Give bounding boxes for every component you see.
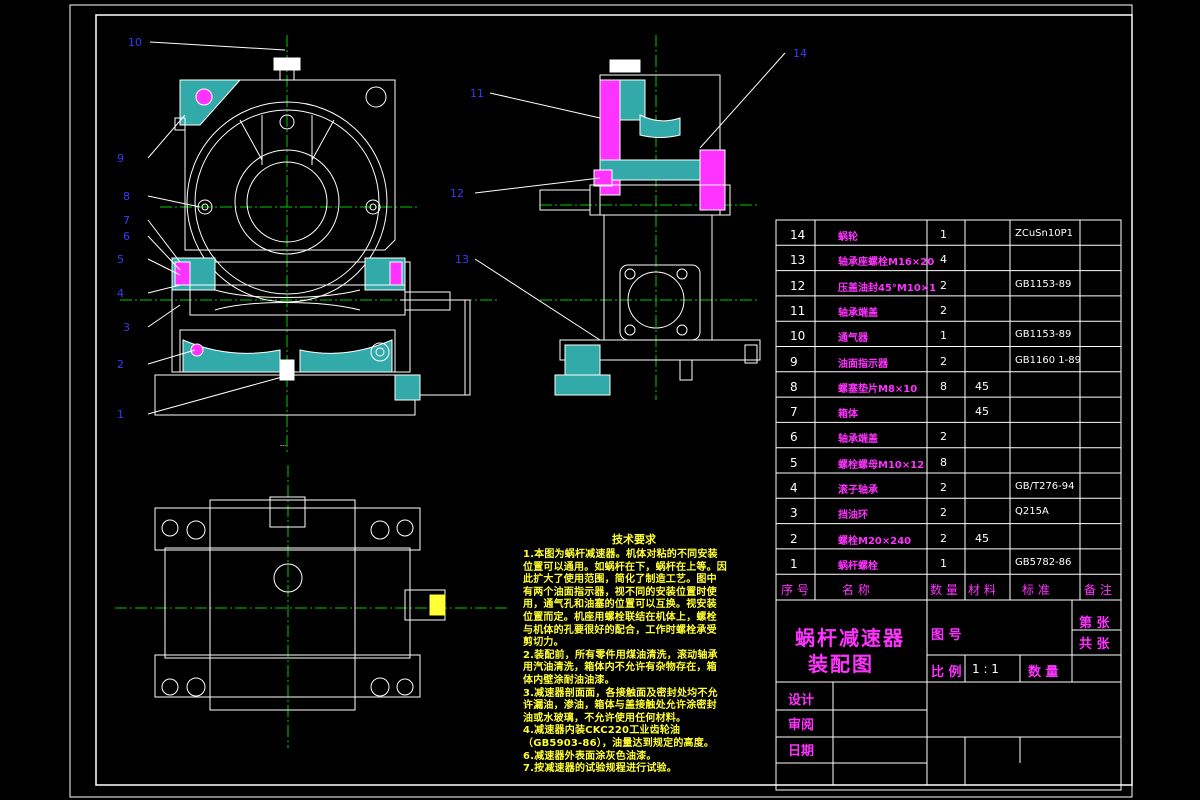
bom-row-lines: [776, 244, 1121, 601]
date-label: 日期: [788, 744, 815, 759]
bom-cell-qty: 4: [940, 253, 947, 267]
bom-header-name: 名 称: [842, 583, 870, 597]
bom-cell-standard: GB1160 1-89: [1015, 354, 1081, 366]
top-view: [115, 465, 510, 748]
bom-cell-name: 挡油环: [838, 510, 868, 522]
bom-cell-qty: 2: [940, 481, 947, 494]
bom-cell-name: 螺塞垫片M8×10: [838, 383, 918, 395]
bom-cell-no: 5: [790, 455, 798, 470]
side-view: [539, 35, 761, 400]
callout-14: 14: [793, 47, 807, 60]
bom-cell-name: 轴承端盖: [838, 434, 878, 446]
callout-4: 4: [117, 287, 124, 300]
bom-cell-qty: 1: [940, 329, 947, 343]
callout-10: 10: [128, 36, 142, 49]
review-label: 审阅: [788, 718, 815, 733]
bom-cell-qty: 2: [940, 506, 947, 520]
bom-cell-name: 滚子轴承: [838, 485, 878, 496]
scale-label: 比 例: [931, 665, 962, 680]
bom-cell-no: 6: [790, 430, 798, 445]
bom-header-standard: 标 准: [1022, 583, 1050, 597]
front-view: [120, 35, 500, 455]
bom-cell-no: 14: [790, 228, 806, 242]
bom-cell-no: 13: [790, 253, 806, 268]
bom-cell-standard: Q215A: [1015, 506, 1049, 518]
callout-12: 12: [450, 187, 464, 200]
callout-7: 7: [123, 214, 130, 227]
bom-cell-name: 螺栓M20×240: [838, 535, 912, 547]
bom-cell-qty: 2: [940, 354, 947, 368]
bom-cell-no: 12: [790, 278, 806, 293]
drawing-title: 蜗杆减速器: [795, 626, 905, 650]
bom-cell-name: 压盖油封45°M10×1: [838, 282, 937, 294]
bom-cell-qty: 8: [940, 455, 947, 469]
callout-8: 8: [123, 190, 130, 203]
callout-1: 1: [117, 408, 124, 421]
bom-cell-no: 8: [790, 379, 798, 394]
bom-cell-qty: 2: [940, 531, 947, 545]
bom-cell-no: 10: [790, 329, 806, 344]
bom-cell-name: 通气器: [838, 333, 868, 345]
drawing-subtitle: 装配图: [808, 652, 874, 676]
bom-header-material: 材 料: [968, 583, 996, 597]
scale-value: 1 : 1: [972, 662, 999, 676]
callout-11: 11: [470, 87, 484, 100]
bom-cell-name: 油面指示器: [838, 358, 888, 370]
bom-cell-qty: 2: [940, 430, 947, 444]
bom-cell-name: 轴承座螺栓M16×20: [838, 257, 935, 269]
bom-cell-no: 3: [790, 506, 798, 521]
bom-cell-no: 9: [790, 354, 798, 369]
bom-cell-qty: 1: [940, 556, 947, 570]
bom-grid: [775, 219, 1122, 791]
drawing-no-label: 图 号: [931, 628, 962, 643]
bom-cell-standard: ZCuSn10P1: [1015, 228, 1073, 239]
callout-3: 3: [123, 321, 130, 334]
bom-cell-name: 蜗杆螺栓: [838, 560, 878, 572]
callout-13: 13: [455, 253, 469, 266]
bom-header-remark: 备 注: [1084, 583, 1112, 597]
bom-cell-qty: 8: [940, 379, 947, 393]
bom-cell-name: 蜗轮: [838, 232, 858, 243]
bom-cell-name: 箱体: [838, 409, 858, 421]
bom-cell-no: 7: [790, 405, 798, 420]
cad-drawing-canvas: 10 9 8 7 6 5 4 3 2 1 11 12 13 14 --- 技术要…: [0, 0, 1200, 800]
sheet-label: 第 张: [1079, 616, 1110, 631]
bom-cell-standard: GB/T276-94: [1015, 481, 1075, 492]
bom-cell-material: 45: [975, 531, 989, 545]
total-sheets-label: 共 张: [1079, 637, 1110, 652]
bom-header-no: 序 号: [781, 583, 809, 597]
bom-cell-standard: GB5782-86: [1015, 556, 1072, 568]
bom-cell-qty: 2: [940, 278, 947, 292]
bom-cell-standard: GB1153-89: [1015, 329, 1072, 341]
bom-cell-no: 1: [790, 556, 798, 571]
callout-6: 6: [123, 230, 130, 243]
bom-cell-material: 45: [975, 379, 989, 393]
callout-5: 5: [117, 253, 124, 266]
bom-cell-standard: GB1153-89: [1015, 278, 1072, 290]
bom-cell-qty: 1: [940, 228, 947, 241]
bom-header-qty: 数 量: [930, 583, 958, 597]
bom-cell-material: 45: [975, 405, 989, 419]
callout-2: 2: [117, 358, 124, 371]
bom-cell-no: 4: [790, 481, 798, 495]
design-label: 设计: [788, 693, 815, 708]
bom-cell-qty: 2: [940, 303, 947, 317]
bom-cell-no: 11: [790, 303, 806, 318]
bom-cell-no: 2: [790, 531, 798, 546]
scale-mark: ---: [280, 442, 287, 449]
bom-cell-name: 螺栓螺母M10×12: [838, 459, 925, 471]
notes-line: 7.按减速器的试验规程进行试验。: [523, 763, 677, 775]
callout-9: 9: [117, 152, 124, 165]
qty-label: 数 量: [1028, 665, 1059, 680]
bom-cell-name: 轴承端盖: [838, 307, 878, 319]
